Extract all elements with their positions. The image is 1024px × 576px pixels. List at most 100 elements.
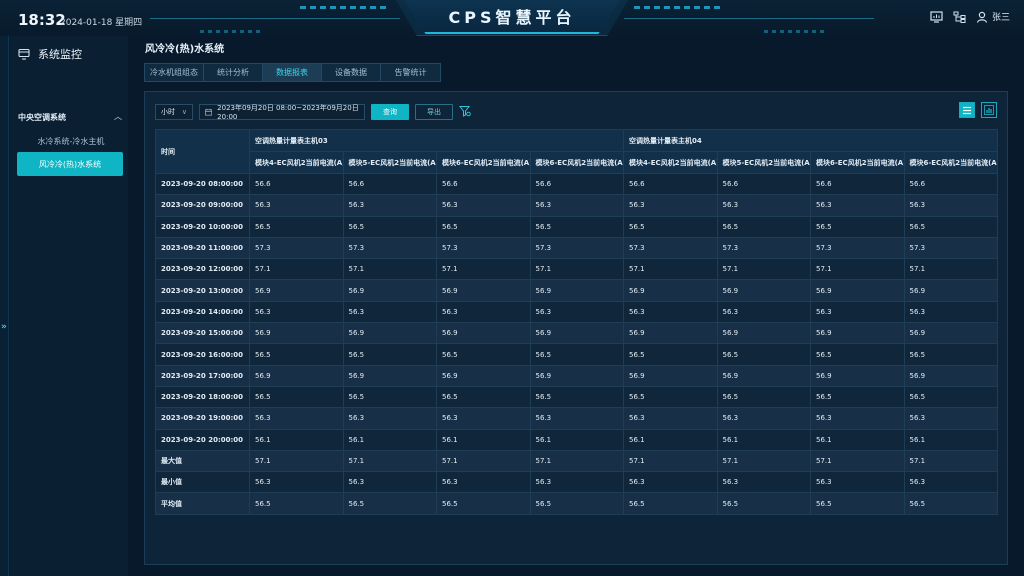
table-cell: 56.9	[529, 279, 624, 302]
table-cell: 57.1	[716, 449, 811, 473]
table-cell: 57.3	[623, 236, 718, 260]
table-cell: 56.5	[342, 215, 437, 238]
chevron-up-icon[interactable]: ︿	[114, 111, 122, 122]
table-row: 2023-09-20 13:00:00 56.9 56.9 56.9 56.9 56.9 5…	[155, 279, 998, 302]
table-cell: 56.9	[903, 322, 998, 345]
table-row: 2023-09-20 11:00:00 57.3 57.3 57.3 57.3 57.3 5…	[155, 236, 998, 260]
table-cell: 56.3	[436, 407, 531, 430]
header-deco-dashes-right	[634, 6, 724, 9]
table-cell: 57.1	[903, 449, 998, 473]
table-cell: 56.5	[623, 492, 718, 515]
table-cell: 56.5	[810, 343, 905, 366]
header-deco-dashes-left-2	[200, 30, 260, 33]
view-toggle	[959, 102, 997, 118]
row-label: 2023-09-20 20:00:00	[155, 428, 250, 451]
collapse-rail[interactable]: »	[0, 36, 9, 576]
table-cell: 56.3	[342, 471, 437, 494]
table-cell: 57.1	[623, 258, 718, 281]
monitor-icon[interactable]	[930, 10, 943, 23]
table-cell: 56.5	[903, 385, 998, 409]
table-cell: 56.3	[903, 194, 998, 217]
calendar-icon	[205, 108, 213, 115]
row-label: 2023-09-20 19:00:00	[155, 407, 250, 430]
row-label: 2023-09-20 16:00:00	[155, 343, 250, 366]
table-view-button[interactable]	[959, 102, 975, 118]
row-label: 2023-09-20 13:00:00	[155, 279, 250, 302]
sidebar-item-water-cooled[interactable]: 水冷系统-冷水主机	[18, 136, 124, 147]
table-cell: 57.3	[716, 236, 811, 260]
table-row: 最大值 57.1 57.1 57.1 57.1 57.1 57.1 57.1 57.1	[155, 449, 998, 473]
expand-arrows-icon[interactable]: »	[1, 322, 7, 332]
table-cell: 56.9	[716, 364, 811, 387]
table-cell: 56.9	[342, 279, 437, 302]
table-cell: 56.3	[436, 194, 531, 217]
row-label: 平均值	[155, 492, 250, 515]
row-label: 2023-09-20 17:00:00	[155, 364, 250, 387]
tab-chiller-config[interactable]: 冷水机组组态	[145, 64, 204, 81]
table-row: 2023-09-20 16:00:00 56.5 56.5 56.5 56.5 56.5 5…	[155, 343, 998, 366]
table-cell: 57.1	[249, 449, 344, 473]
table-cell: 57.1	[903, 258, 998, 281]
table-cell: 56.1	[342, 428, 437, 451]
table-cell: 56.9	[529, 364, 624, 387]
table-cell: 56.3	[436, 471, 531, 494]
table-cell: 56.3	[623, 194, 718, 217]
sidebar: 系统监控 中央空调系统 ︿ 水冷系统-冷水主机 风冷冷(热)水系统	[10, 36, 128, 576]
row-label: 2023-09-20 08:00:00	[155, 172, 250, 196]
org-tree-icon[interactable]	[953, 11, 966, 23]
table-row: 2023-09-20 17:00:00 56.9 56.9 56.9 56.9 56.9 5…	[155, 364, 998, 387]
column-header: 模块5-EC风机2当前电流(A)	[716, 151, 811, 174]
table-cell: 56.5	[342, 492, 437, 515]
sidebar-group-central-ac[interactable]: 中央空调系统 ︿	[18, 112, 124, 123]
report-panel: 小时 ∨ 2023年09月20日 08:00~2023年09月20日 20:00…	[144, 91, 1008, 565]
top-header: CPS智慧平台 18:32 2024-01-18 星期四 张三	[0, 0, 1024, 36]
table-cell: 56.5	[903, 215, 998, 238]
table-cell: 56.3	[529, 471, 624, 494]
chevron-down-icon: ∨	[181, 107, 187, 116]
table-cell: 56.1	[623, 428, 718, 451]
table-cell: 56.9	[249, 279, 344, 302]
table-cell: 56.5	[903, 343, 998, 366]
tab-alarm-stats[interactable]: 告警统计	[381, 64, 440, 81]
table-cell: 56.6	[810, 172, 905, 196]
row-label: 2023-09-20 15:00:00	[155, 322, 250, 345]
query-button[interactable]: 查询	[371, 103, 409, 120]
monitor-system-icon	[18, 48, 30, 60]
export-button[interactable]: 导出	[415, 103, 453, 120]
table-cell: 56.5	[529, 215, 624, 238]
table-cell: 56.3	[716, 300, 811, 324]
header-deco-line-right	[624, 18, 874, 19]
table-cell: 56.3	[529, 407, 624, 430]
filter-settings-icon[interactable]	[458, 102, 471, 121]
table-cell: 57.3	[810, 236, 905, 260]
table-cell: 56.6	[249, 172, 344, 196]
chart-view-button[interactable]	[981, 102, 997, 118]
sidebar-group-label: 中央空调系统	[18, 113, 66, 122]
table-cell: 56.5	[436, 385, 531, 409]
table-row: 2023-09-20 18:00:00 56.5 56.5 56.5 56.5 56.5 5…	[155, 385, 998, 409]
table-cell: 56.5	[436, 215, 531, 238]
table-cell: 57.1	[623, 449, 718, 473]
sidebar-item-air-cooled[interactable]: 风冷冷(热)水系统	[17, 152, 123, 176]
tab-statistics[interactable]: 统计分析	[204, 64, 263, 81]
table-cell: 56.5	[529, 492, 624, 515]
tab-device-data[interactable]: 设备数据	[322, 64, 381, 81]
table-cell: 56.9	[810, 322, 905, 345]
interval-select[interactable]: 小时 ∨	[155, 103, 193, 120]
table-cell: 57.1	[810, 258, 905, 281]
table-cell: 56.5	[716, 215, 811, 238]
table-cell: 57.3	[903, 236, 998, 260]
table-cell: 57.1	[342, 258, 437, 281]
table-cell: 56.3	[716, 407, 811, 430]
user-icon[interactable]	[976, 11, 988, 23]
table-cell: 56.3	[810, 300, 905, 324]
date-range-picker[interactable]: 2023年09月20日 08:00~2023年09月20日 20:00	[199, 103, 365, 121]
tab-data-report[interactable]: 数据报表	[263, 64, 322, 81]
user-name[interactable]: 张三	[992, 10, 1010, 23]
list-icon	[963, 106, 971, 114]
table-cell: 56.9	[529, 322, 624, 345]
table-cell: 56.9	[903, 279, 998, 302]
column-header: 模块5-EC风机2当前电流(A)	[342, 151, 437, 174]
table-cell: 56.5	[249, 492, 344, 515]
table-cell: 57.1	[436, 258, 531, 281]
